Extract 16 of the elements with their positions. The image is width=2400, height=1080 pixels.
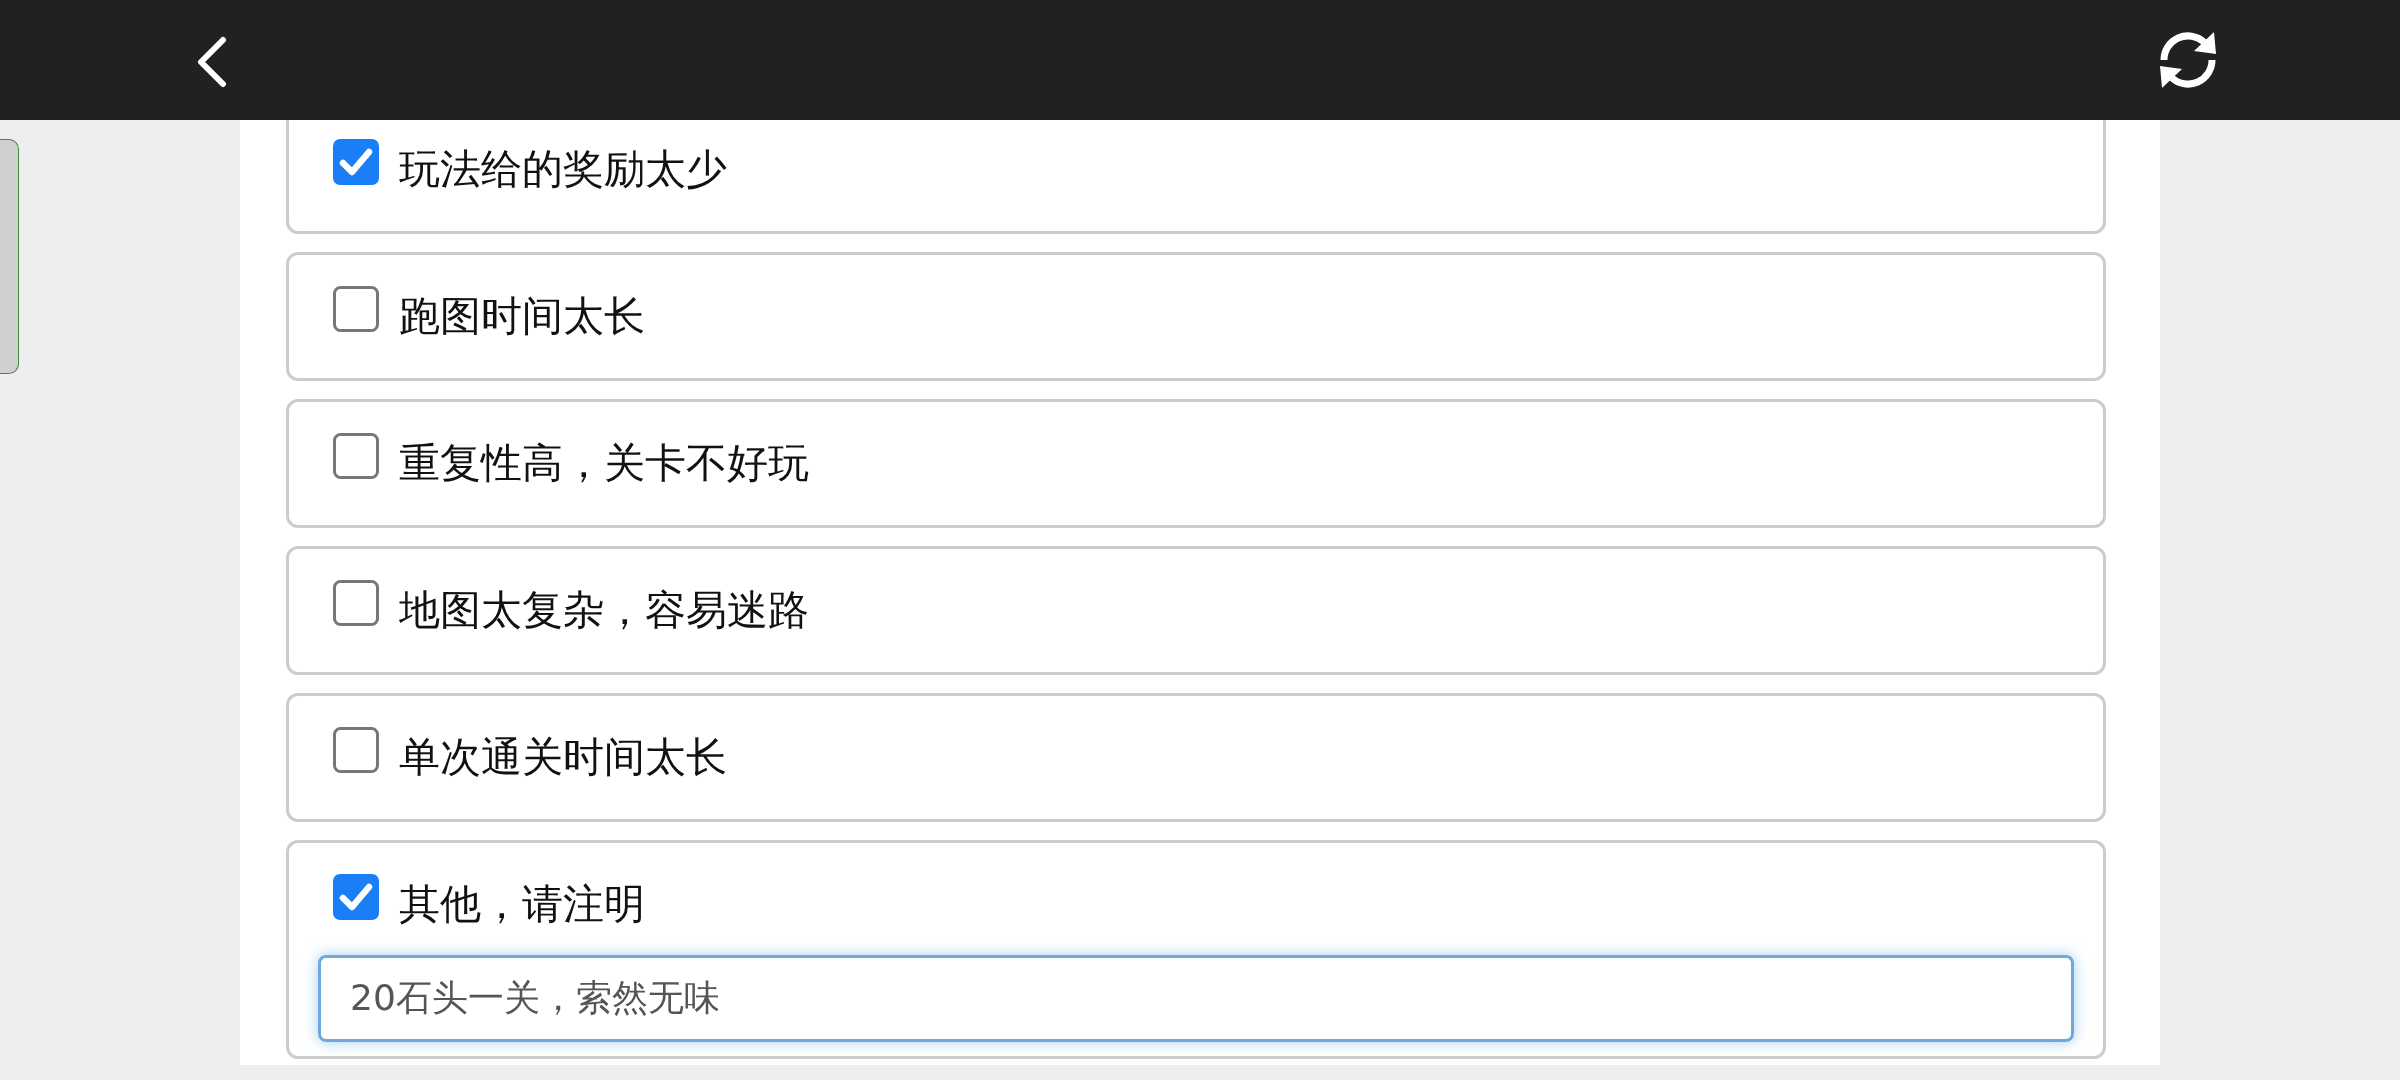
other-input-field[interactable]: 20石头一关，索然无味 xyxy=(318,955,2074,1042)
option-label: 单次通关时间太长 xyxy=(399,732,727,782)
back-icon[interactable] xyxy=(195,36,229,88)
checkbox[interactable] xyxy=(333,727,379,773)
option-label: 其他，请注明 xyxy=(399,879,645,929)
checkbox[interactable] xyxy=(333,580,379,626)
checkbox[interactable] xyxy=(333,433,379,479)
option-label: 重复性高，关卡不好玩 xyxy=(399,438,809,488)
checkbox[interactable] xyxy=(333,286,379,332)
option-label: 地图太复杂，容易迷路 xyxy=(399,585,809,635)
drawer-handle[interactable] xyxy=(0,139,19,374)
option-label: 跑图时间太长 xyxy=(399,291,645,341)
option-label: 玩法给的奖励太少 xyxy=(399,144,727,194)
checkbox[interactable] xyxy=(333,874,379,920)
refresh-icon[interactable] xyxy=(2158,29,2218,91)
checkbox[interactable] xyxy=(333,139,379,185)
